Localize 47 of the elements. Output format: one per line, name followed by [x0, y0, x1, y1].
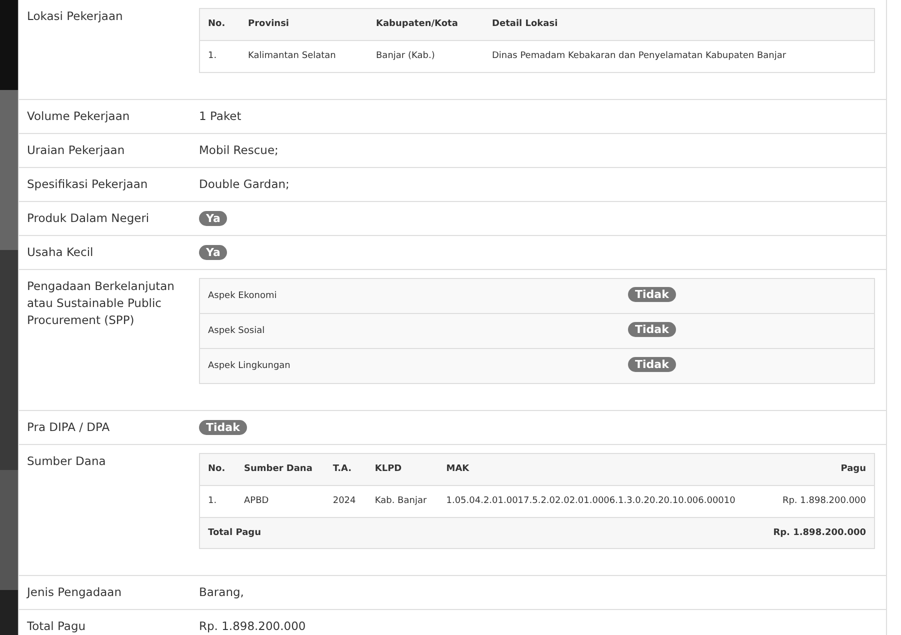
field-value: Mobil Rescue; — [199, 143, 278, 157]
column-header: MAK — [438, 454, 760, 486]
column-header: Sumber Dana — [236, 454, 325, 486]
status-badge: Tidak — [628, 287, 676, 302]
field-label: Volume Pekerjaan — [27, 108, 131, 125]
field-value: 1 Paket — [199, 109, 242, 123]
table-cell: Rp. 1.898.200.000 — [759, 486, 874, 518]
field-value: Rp. 1.898.200.000 — [199, 619, 306, 633]
field-label: Produk Dalam Negeri — [27, 210, 150, 227]
table-cell: Dinas Pemadam Kebakaran dan Penyelamatan Kabupaten Banjar — [484, 40, 874, 72]
field-label: Lokasi Pekerjaan — [27, 8, 124, 25]
field-value: Double Gardan; — [199, 177, 290, 191]
field-label: Uraian Pekerjaan — [27, 142, 126, 159]
table-cell: 1.05.04.2.01.0017.5.2.02.02.01.0006.1.3.0.20.20.10.006.00010 — [438, 486, 760, 518]
column-header: T.A. — [324, 454, 367, 486]
field-label: Total Pagu — [27, 618, 87, 635]
field-label: Sumber Dana — [27, 453, 107, 470]
table-cell: 2024 — [324, 486, 367, 518]
table-cell: Aspek Lingkungan — [200, 348, 620, 384]
table-cell: 1. — [200, 486, 236, 518]
column-header: No. — [200, 454, 236, 486]
status-badge: Tidak — [628, 357, 676, 372]
status-badge: Tidak — [628, 322, 676, 337]
field-label: Usaha Kecil — [27, 244, 94, 261]
table-cell: APBD — [236, 486, 325, 518]
status-badge: Tidak — [199, 420, 247, 435]
table-cell: Banjar (Kab.) — [368, 40, 484, 72]
column-header: Pagu — [759, 454, 874, 486]
field-label: Pra DIPA / DPA — [27, 419, 111, 436]
table-cell: Aspek Ekonomi — [200, 278, 620, 314]
field-label: Spesifikasi Pekerjaan — [27, 176, 149, 193]
table-cell: 1. — [200, 40, 240, 72]
column-header: Kabupaten/Kota — [368, 8, 484, 40]
total-value: Rp. 1.898.200.000 — [759, 518, 874, 548]
table-cell: Kalimantan Selatan — [240, 40, 368, 72]
column-header: Detail Lokasi — [484, 8, 874, 40]
field-value: Barang, — [199, 585, 244, 599]
field-label: Jenis Pengadaan — [27, 584, 123, 601]
column-header: No. — [200, 8, 240, 40]
status-badge: Ya — [199, 211, 228, 226]
table-cell: Kab. Banjar — [366, 486, 438, 518]
field-label: Pengadaan Berkelanjutan atau Sustainable Public Procurement (SPP) — [27, 278, 176, 329]
status-badge: Ya — [199, 245, 228, 260]
table-cell: Aspek Sosial — [200, 314, 620, 348]
column-header: KLPD — [366, 454, 438, 486]
column-header: Provinsi — [240, 8, 368, 40]
total-label: Total Pagu — [200, 518, 760, 548]
